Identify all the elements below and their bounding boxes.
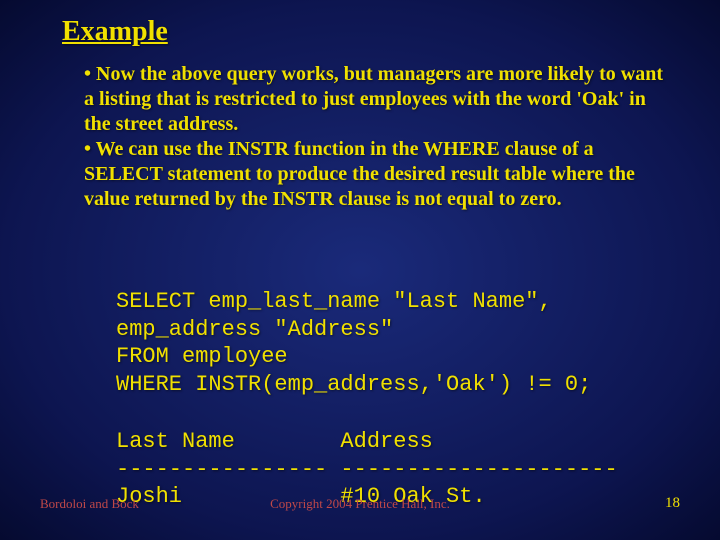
footer-page-number: 18 — [665, 495, 680, 512]
footer-copyright: Copyright 2004 Prentice Hall, Inc. — [0, 496, 720, 512]
body-paragraph: • Now the above query works, but manager… — [84, 62, 664, 212]
slide-title: Example — [62, 16, 168, 48]
sql-code-block: SELECT emp_last_name "Last Name", emp_ad… — [116, 288, 591, 398]
bullet-item: • Now the above query works, but manager… — [84, 62, 664, 137]
bullet-item: • We can use the INSTR function in the W… — [84, 137, 664, 212]
